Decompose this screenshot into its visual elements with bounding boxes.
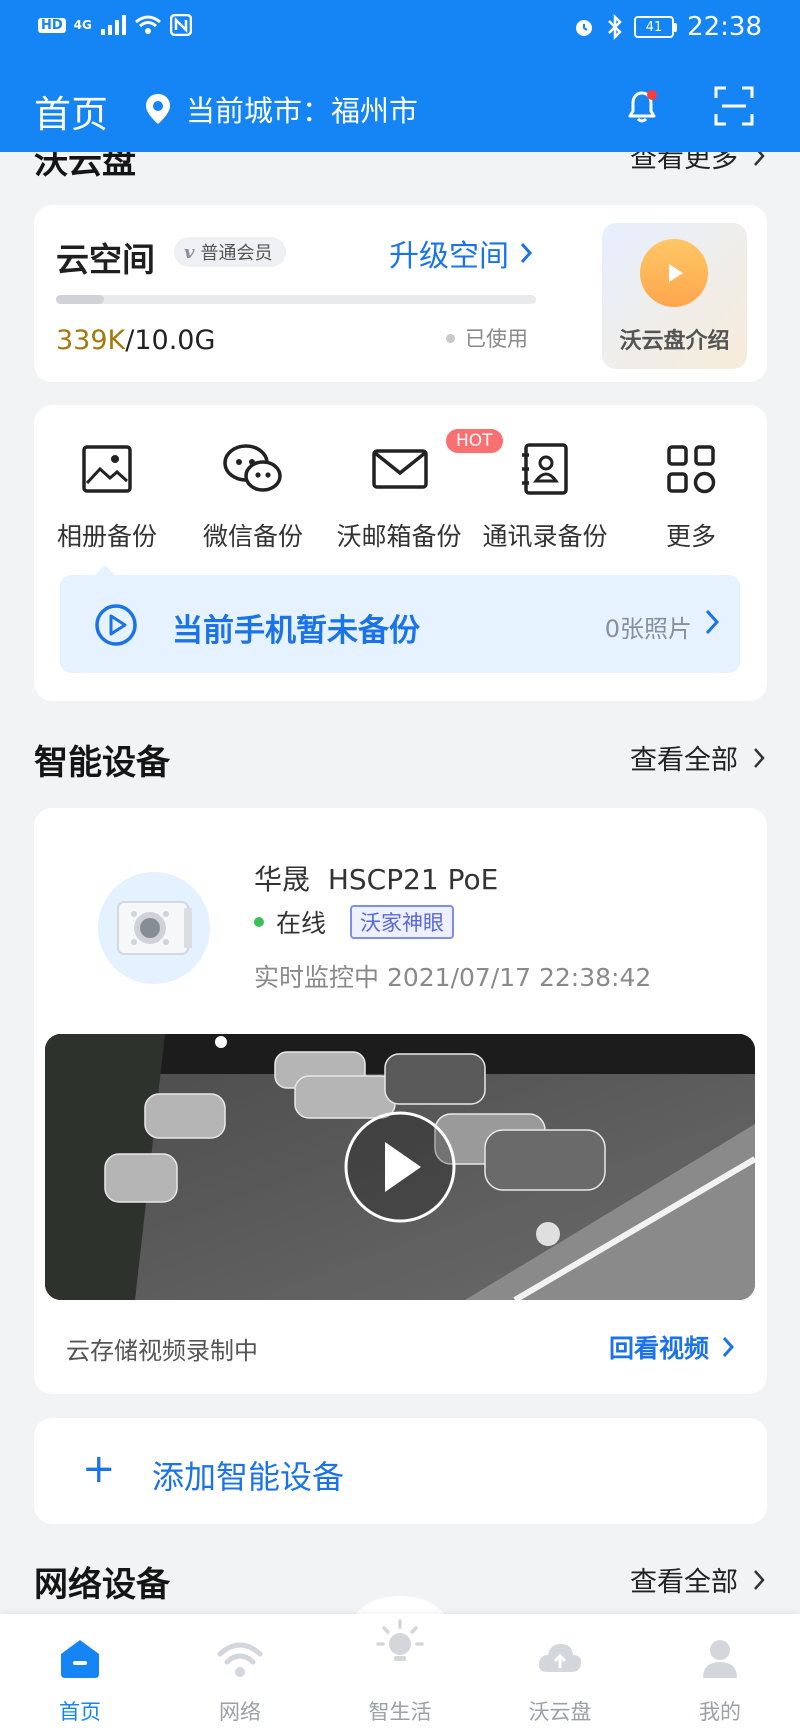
city-name: 福州市 xyxy=(331,94,419,128)
wifi-icon xyxy=(217,1642,263,1677)
storage-used-amount: 339K/10.0G xyxy=(56,325,216,356)
chevron-right-icon xyxy=(520,243,533,263)
video-preview[interactable] xyxy=(45,1034,755,1300)
nav-home[interactable]: 首页 xyxy=(0,1614,160,1733)
chevron-right-icon xyxy=(754,1569,765,1590)
backup-item-album[interactable]: 相册备份 xyxy=(34,441,180,553)
wechat-icon xyxy=(223,441,282,497)
hd-indicator: HD xyxy=(38,17,66,33)
backup-card: 相册备份 微信备份 沃邮箱备份 HOT 通讯录备份 更多 当前手机暂未备份 0张… xyxy=(34,405,767,701)
device-status: 在线 沃家神眼 xyxy=(254,904,455,940)
status-bar-right: 41 22:38 xyxy=(572,12,762,42)
album-icon xyxy=(79,441,135,497)
upgrade-space-link[interactable]: 升级空间 xyxy=(389,231,533,275)
photo-count: 0张照片 xyxy=(604,615,692,643)
plus-icon: + xyxy=(82,1446,116,1492)
play-circle-icon xyxy=(95,604,137,646)
backup-notice-text: 当前手机暂未备份 xyxy=(172,613,420,649)
grid-icon xyxy=(663,441,719,497)
legend-dot xyxy=(446,333,455,343)
device-card[interactable]: 华晟 HSCP21 PoE 在线 沃家神眼 实时监控中 2021/07/17 2… xyxy=(34,808,767,1394)
storage-usage-fill xyxy=(56,295,104,304)
used-legend: 已使用 xyxy=(446,323,528,353)
add-device-card[interactable]: + 添加智能设备 xyxy=(34,1418,767,1524)
battery-icon: 41 xyxy=(634,16,678,38)
smart-devices-title: 智能设备 xyxy=(34,743,170,783)
signal-icon xyxy=(100,15,126,35)
network-devices-title: 网络设备 xyxy=(34,1565,170,1605)
network-devices-view-all[interactable]: 查看全部 xyxy=(630,1560,766,1599)
chevron-right-icon xyxy=(722,1337,735,1357)
user-icon xyxy=(703,1640,737,1678)
video-frame xyxy=(45,1034,755,1300)
scan-icon[interactable] xyxy=(712,84,756,128)
chevron-right-icon xyxy=(754,747,765,768)
backup-item-wechat[interactable]: 微信备份 xyxy=(180,441,326,553)
recording-status: 云存储视频录制中 xyxy=(66,1337,258,1365)
network-type: 4G xyxy=(73,18,92,32)
city-selector[interactable]: 当前城市：福州市 xyxy=(144,88,418,130)
home-icon xyxy=(61,1640,99,1678)
cloud-space-card[interactable]: 云空间 v 普通会员 升级空间 339K/10.0G 已使用 沃云盘介绍 xyxy=(34,205,767,382)
nav-mine[interactable]: 我的 xyxy=(640,1614,800,1733)
mail-icon xyxy=(371,441,428,497)
camera-avatar xyxy=(98,872,210,984)
bottom-nav: 首页 网络 智生活 沃云盘 我的 xyxy=(0,1614,800,1733)
cloud-space-title: 云空间 xyxy=(56,240,155,279)
online-dot xyxy=(254,917,264,927)
backup-item-contacts[interactable]: 通讯录备份 xyxy=(472,441,618,553)
bluetooth-icon xyxy=(608,14,622,40)
nav-smart-life[interactable]: 智生活 xyxy=(320,1614,480,1733)
play-icon xyxy=(640,239,708,307)
device-name: 华晟 HSCP21 PoE xyxy=(254,863,499,896)
nfc-icon xyxy=(169,14,192,36)
camera-icon xyxy=(117,901,192,955)
storage-usage-bar xyxy=(56,295,536,304)
chevron-right-icon xyxy=(705,609,720,635)
status-bar-left: HD 4G xyxy=(38,14,192,36)
cloud-intro-button[interactable]: 沃云盘介绍 xyxy=(602,223,747,369)
backup-notice[interactable]: 当前手机暂未备份 0张照片 xyxy=(60,575,740,673)
nav-network[interactable]: 网络 xyxy=(160,1614,320,1733)
replay-video-link[interactable]: 回看视频 xyxy=(609,1329,735,1365)
smart-devices-view-all[interactable]: 查看全部 xyxy=(630,738,766,777)
clock: 22:38 xyxy=(687,12,762,42)
alarm-icon xyxy=(576,20,593,36)
add-device-label: 添加智能设备 xyxy=(152,1458,345,1496)
location-pin-icon xyxy=(146,94,170,124)
backup-item-mail[interactable]: 沃邮箱备份 xyxy=(326,441,472,553)
contacts-icon xyxy=(517,441,573,497)
city-label: 当前城市： xyxy=(186,94,332,128)
nav-cloud-disk[interactable]: 沃云盘 xyxy=(480,1614,640,1733)
page-title: 首页 xyxy=(34,93,108,136)
device-tag: 沃家神眼 xyxy=(350,905,455,939)
backup-item-more[interactable]: 更多 xyxy=(618,441,764,553)
top-bar: HD 4G 41 22:38 首页 当前城市：福州市 xyxy=(0,0,800,152)
bulb-icon xyxy=(376,1619,424,1661)
bell-icon[interactable] xyxy=(620,84,664,128)
monitor-timestamp: 实时监控中 2021/07/17 22:38:42 xyxy=(254,963,652,992)
cloud-upload-icon xyxy=(538,1644,582,1672)
member-badge: v 普通会员 xyxy=(174,237,287,267)
wifi-status-icon xyxy=(134,15,161,34)
